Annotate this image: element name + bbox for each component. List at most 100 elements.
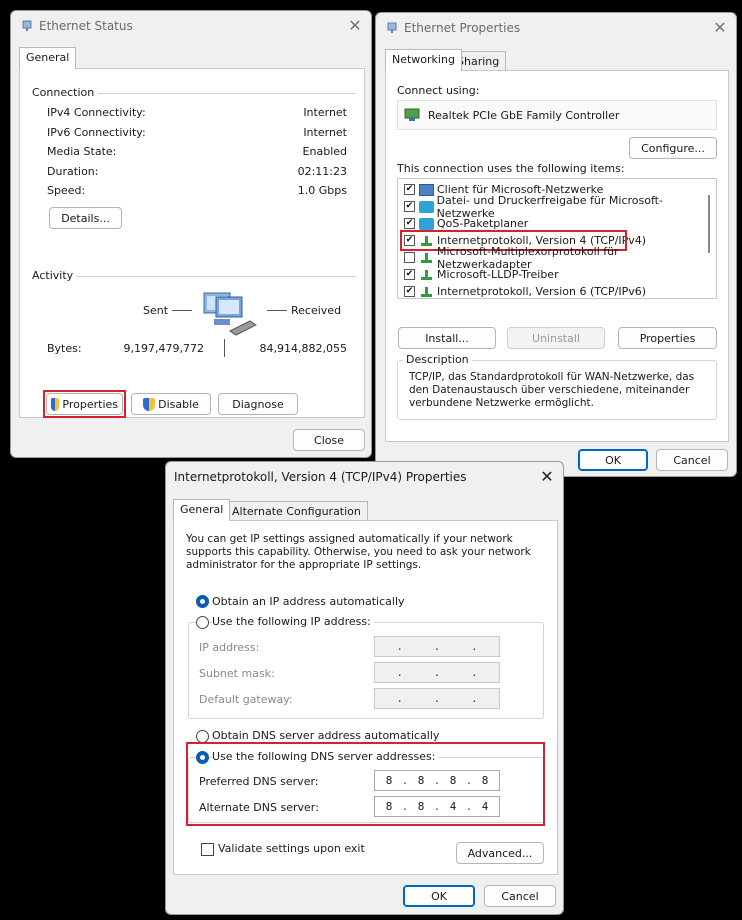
octet: 8 <box>417 800 425 813</box>
received-line <box>267 310 287 311</box>
octet: 8 <box>385 800 393 813</box>
properties-button[interactable]: Properties <box>46 393 123 415</box>
bytes-received-value: 84,914,882,055 <box>259 342 347 355</box>
general-panel: Connection IPv4 Connectivity: Internet I… <box>19 68 365 418</box>
validate-label[interactable]: Validate settings upon exit <box>218 842 365 855</box>
configure-button[interactable]: Configure... <box>629 137 717 159</box>
activity-divider <box>76 276 356 277</box>
network-card-icon <box>404 108 420 121</box>
use-following-ip-label[interactable]: Use the following IP address: <box>212 615 374 628</box>
items-list: Client für Microsoft-Netzwerke Datei- un… <box>397 178 717 299</box>
list-item[interactable]: Microsoft-Multiplexorprotokoll für Netzw… <box>404 245 716 271</box>
diagnose-button[interactable]: Diagnose <box>218 393 298 415</box>
alternate-dns-label: Alternate DNS server: <box>199 801 319 814</box>
close-icon[interactable]: ✕ <box>343 14 367 38</box>
ipv4-connectivity-value: Internet <box>303 106 347 119</box>
tab-networking[interactable]: Networking <box>385 49 462 71</box>
default-gateway-label: Default gateway: <box>199 693 293 706</box>
validate-checkbox[interactable] <box>201 843 214 856</box>
use-following-dns-label[interactable]: Use the following DNS server addresses: <box>212 750 439 763</box>
received-label: Received <box>291 304 342 317</box>
preferred-dns-field[interactable]: 8. 8. 8. 8 <box>374 770 500 791</box>
connection-heading: Connection <box>32 86 95 99</box>
adapter-name: Realtek PCIe GbE Family Controller <box>428 108 620 122</box>
bytes-sent-value: 9,197,479,772 <box>123 342 204 355</box>
ethernet-status-titlebar: Ethernet Status <box>11 11 371 41</box>
advanced-button[interactable]: Advanced... <box>456 842 544 864</box>
bytes-divider <box>224 339 225 357</box>
close-button[interactable]: Close <box>293 429 365 451</box>
tab-alternate-configuration[interactable]: Alternate Configuration <box>225 501 368 521</box>
octet: 8 <box>481 774 489 787</box>
use-following-dns-radio[interactable] <box>196 751 209 764</box>
properties-button-label: Properties <box>62 397 118 411</box>
tab-general[interactable]: General <box>19 47 77 69</box>
network-adapter-icon <box>387 22 397 33</box>
item-label: Internetprotokoll, Version 6 (TCP/IPv6) <box>437 285 647 298</box>
octet: 4 <box>481 800 489 813</box>
preferred-dns-label: Preferred DNS server: <box>199 775 319 788</box>
ethernet-status-window: Ethernet Status ✕ General Connection IPv… <box>10 10 372 458</box>
media-state-value: Enabled <box>302 145 347 158</box>
window-title: Ethernet Status <box>39 19 133 33</box>
item-checkbox[interactable] <box>404 286 415 297</box>
general-panel: You can get IP settings assigned automat… <box>173 520 558 875</box>
list-item[interactable]: Microsoft-LLDP-Treiber <box>404 266 559 283</box>
protocol-icon <box>419 269 434 281</box>
speed-value: 1.0 Gbps <box>297 184 347 197</box>
tab-general[interactable]: General <box>173 499 231 521</box>
item-checkbox[interactable] <box>404 218 415 229</box>
item-checkbox[interactable] <box>404 269 415 280</box>
bytes-label: Bytes: <box>47 342 82 355</box>
disable-button-label: Disable <box>158 397 199 411</box>
item-checkbox[interactable] <box>404 201 415 212</box>
list-scrollbar[interactable] <box>708 195 710 253</box>
ethernet-properties-titlebar: Ethernet Properties <box>376 13 736 43</box>
duration-value: 02:11:23 <box>297 165 347 178</box>
use-following-ip-radio[interactable] <box>196 616 209 629</box>
list-item[interactable]: Internetprotokoll, Version 6 (TCP/IPv6) <box>404 283 646 300</box>
list-item[interactable]: Datei- und Druckerfreigabe für Microsoft… <box>404 194 716 220</box>
connect-using-label: Connect using: <box>397 84 480 97</box>
ipv4-properties-titlebar: Internetprotokoll, Version 4 (TCP/IPv4) … <box>166 462 563 492</box>
cancel-button[interactable]: Cancel <box>484 885 556 907</box>
alternate-dns-field[interactable]: 8. 8. 4. 4 <box>374 796 500 817</box>
description-text: TCP/IP, das Standardprotokoll für WAN-Ne… <box>409 371 695 409</box>
item-checkbox[interactable] <box>404 252 415 263</box>
obtain-ip-auto-radio[interactable] <box>196 595 209 608</box>
uac-shield-icon <box>143 397 156 411</box>
octet: 8 <box>385 774 393 787</box>
subnet-mask-field: ... <box>374 662 500 683</box>
install-button[interactable]: Install... <box>398 327 496 349</box>
properties-button[interactable]: Properties <box>618 327 717 349</box>
ipv4-connectivity-label: IPv4 Connectivity: <box>47 106 146 119</box>
close-icon[interactable]: ✕ <box>708 16 732 40</box>
network-activity-icon <box>203 292 257 336</box>
list-item[interactable]: QoS-Paketplaner <box>404 215 528 232</box>
ipv6-connectivity-value: Internet <box>303 126 347 139</box>
disable-button[interactable]: Disable <box>131 393 211 415</box>
obtain-dns-auto-radio[interactable] <box>196 730 209 743</box>
protocol-icon <box>419 252 434 264</box>
cancel-button[interactable]: Cancel <box>656 449 728 471</box>
protocol-icon <box>419 286 434 298</box>
obtain-ip-auto-label[interactable]: Obtain an IP address automatically <box>212 595 405 608</box>
item-checkbox[interactable] <box>404 184 415 195</box>
description-heading: Description <box>403 353 472 366</box>
adapter-box: Realtek PCIe GbE Family Controller <box>397 100 717 130</box>
ok-button[interactable]: OK <box>403 885 475 907</box>
ok-button[interactable]: OK <box>578 449 648 471</box>
octet: 8 <box>449 774 457 787</box>
close-icon[interactable]: ✕ <box>535 465 559 489</box>
obtain-dns-auto-label[interactable]: Obtain DNS server address automatically <box>212 729 439 742</box>
sent-line <box>172 310 192 311</box>
ip-address-field: ... <box>374 636 500 657</box>
window-title: Ethernet Properties <box>404 21 521 35</box>
item-label: QoS-Paketplaner <box>437 217 529 230</box>
details-button[interactable]: Details... <box>49 207 122 229</box>
speed-label: Speed: <box>47 184 86 197</box>
activity-heading: Activity <box>32 269 74 282</box>
default-gateway-field: ... <box>374 688 500 709</box>
item-checkbox[interactable] <box>404 235 415 246</box>
network-adapter-icon <box>22 20 32 31</box>
